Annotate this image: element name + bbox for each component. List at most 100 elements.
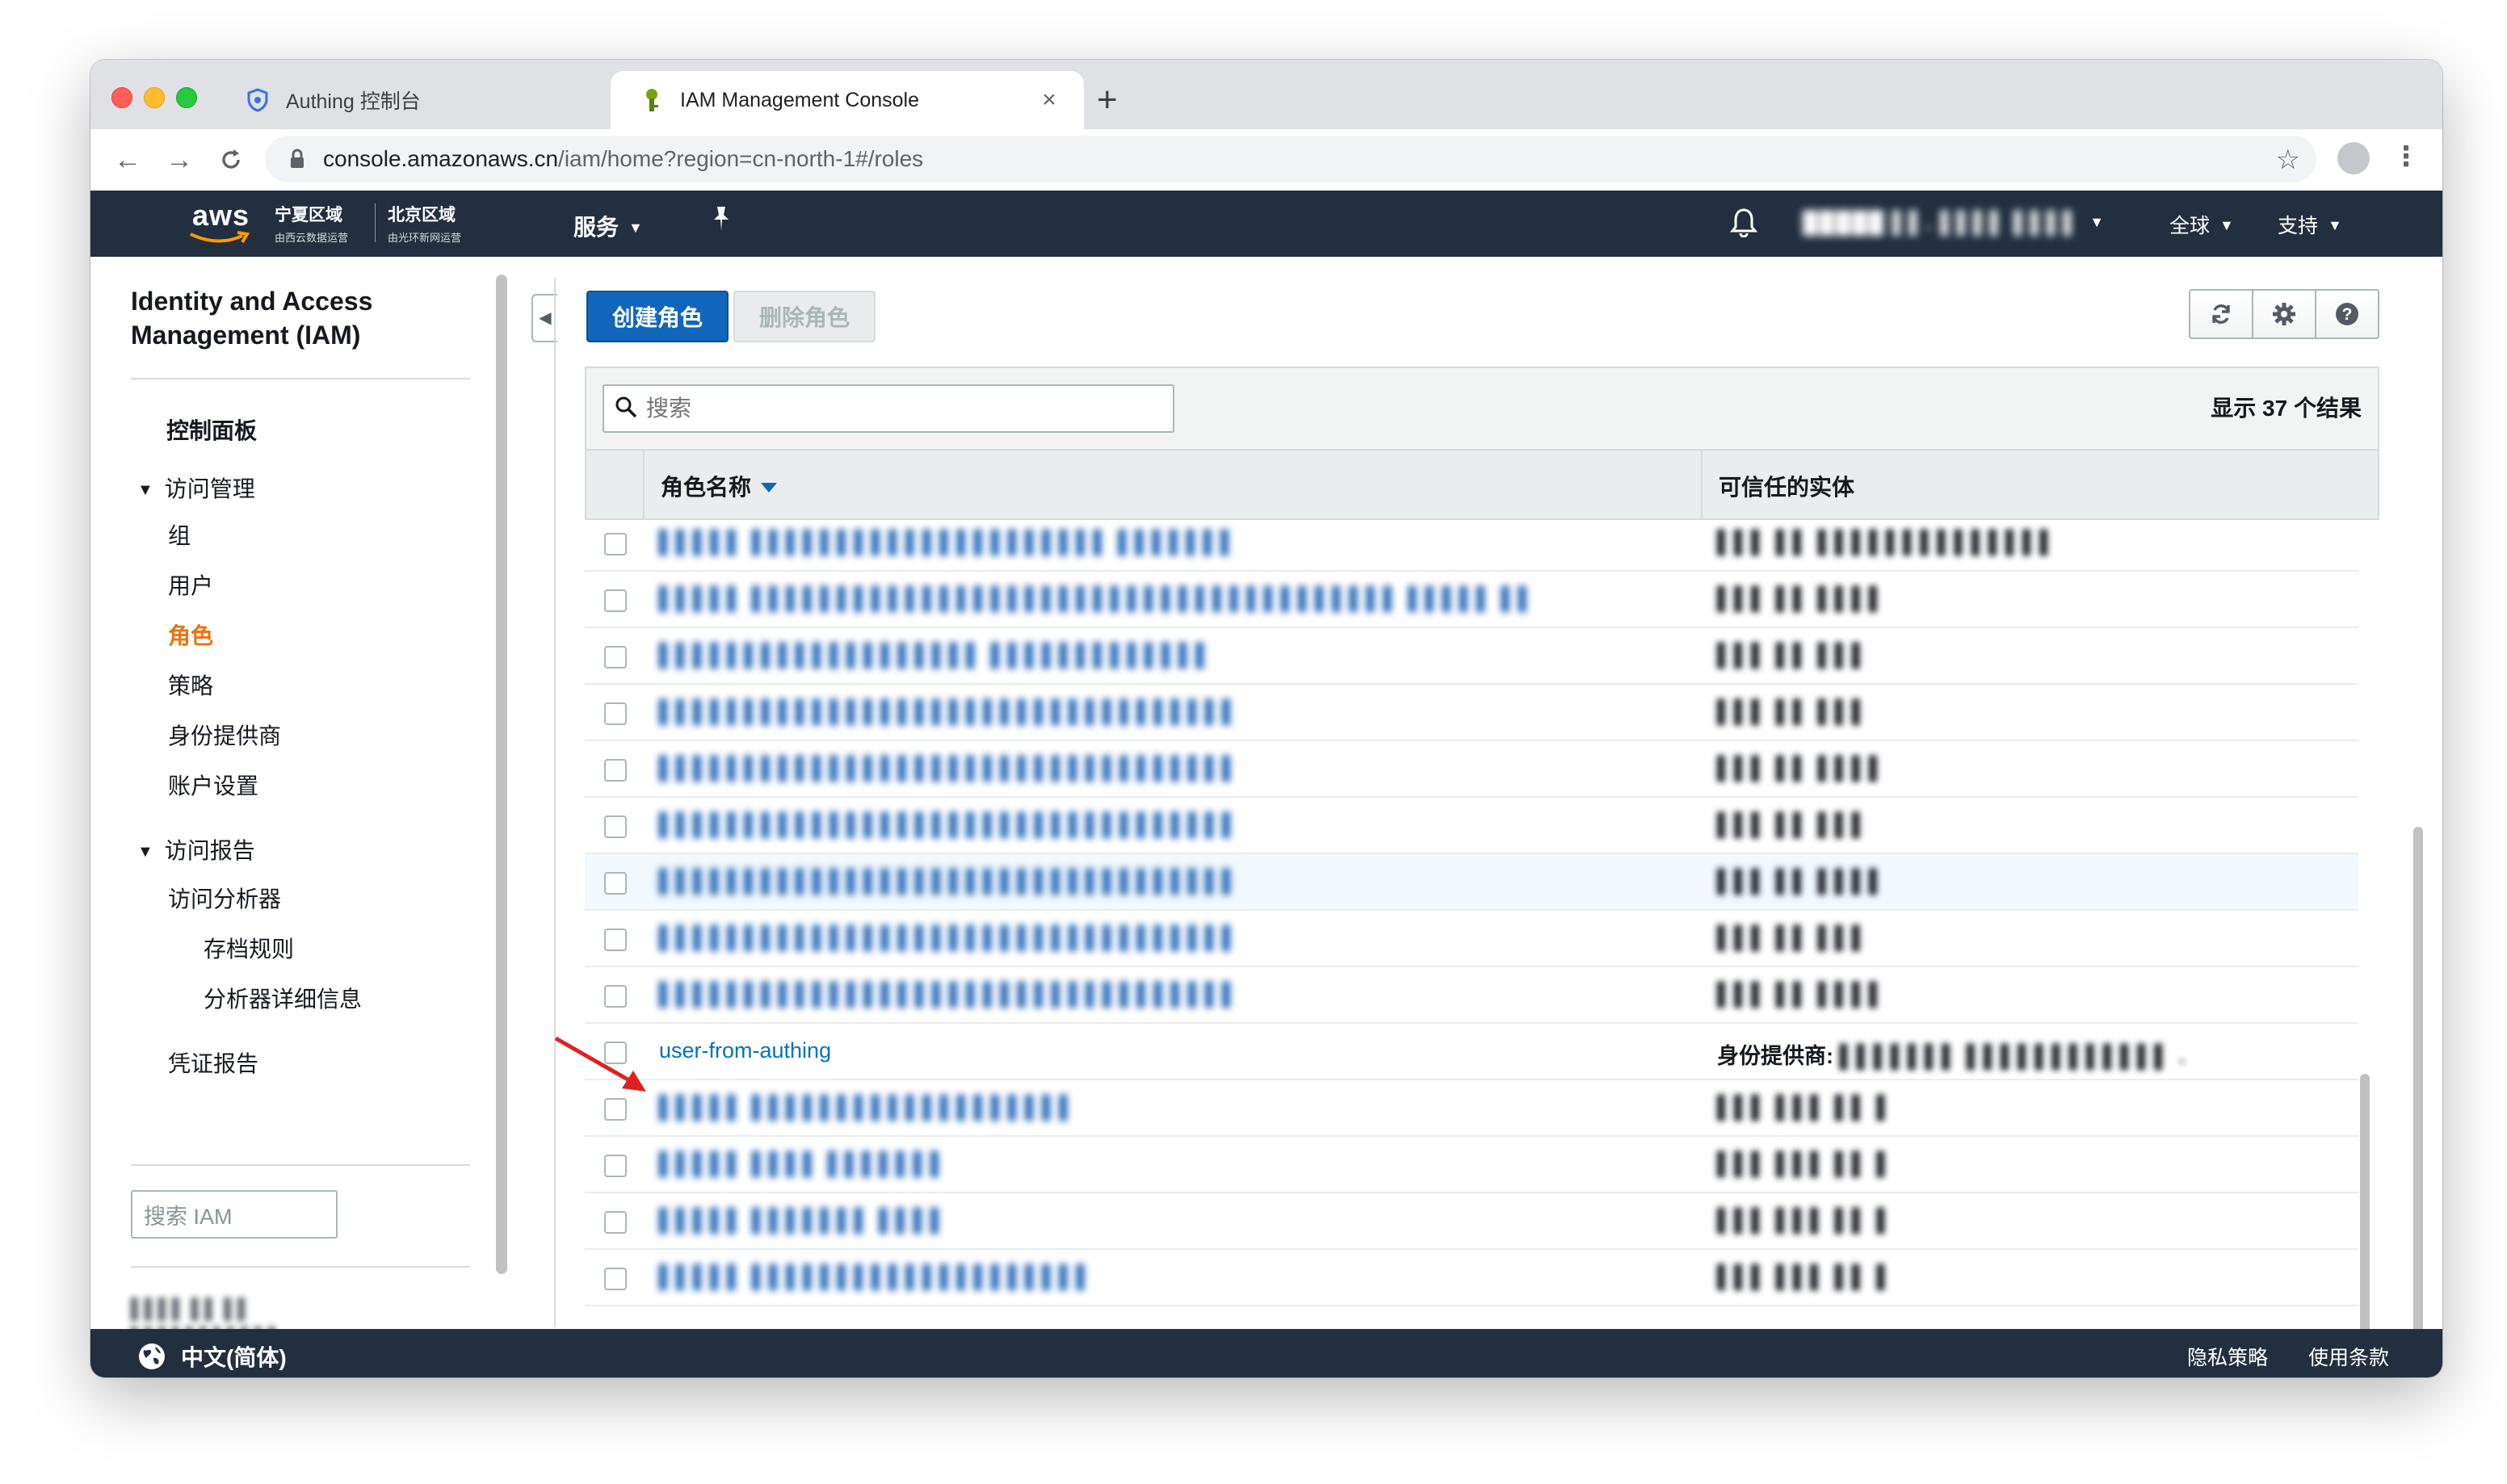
table-row[interactable]: ▌▌▌▌▌▌▌▌▌▌▌▌▌▌▌▌▌▌▌▌▌▌▌▌▌▌▌▌▌▌▌▌▌▌ ▌▌▌ ▌… bbox=[585, 741, 2358, 798]
column-header-role-name[interactable]: 角色名称 bbox=[661, 470, 778, 502]
role-link[interactable]: ▌▌▌▌▌ ▌▌▌▌▌▌▌▌▌▌▌▌▌▌▌▌▌▌▌ bbox=[659, 1095, 1077, 1120]
sidebar-item-credential-report[interactable]: 凭证报告 bbox=[168, 1046, 258, 1079]
table-row[interactable]: ▌▌▌▌▌▌▌▌▌▌▌▌▌▌▌▌▌▌▌▌▌▌▌▌▌▌▌▌▌▌▌▌▌▌ ▌▌▌ ▌… bbox=[585, 798, 2358, 854]
support-menu[interactable]: 支持 ▼ bbox=[2278, 210, 2342, 239]
sidebar-scrollbar[interactable] bbox=[496, 275, 507, 1274]
account-menu[interactable]: █████ ▌▌. ▌▌▌▌ ▌▌▌▌ ▼ bbox=[1803, 210, 2104, 235]
role-link[interactable]: ▌▌▌▌▌▌▌▌▌▌▌▌▌▌▌▌▌▌▌▌▌▌▌▌▌▌▌▌▌▌▌▌▌▌ bbox=[659, 869, 1239, 894]
trusted-entity: ▌▌▌ ▌▌ ▌▌▌▌ bbox=[1717, 586, 1887, 610]
help-icon[interactable]: ? bbox=[2316, 291, 2378, 337]
privacy-link[interactable]: 隐私策略 bbox=[2187, 1342, 2268, 1371]
sidebar-item-groups[interactable]: 组 bbox=[168, 518, 191, 551]
sidebar-section-access-management[interactable]: ▼ 访问管理 bbox=[137, 472, 255, 504]
gear-icon[interactable] bbox=[2253, 291, 2316, 337]
terms-link[interactable]: 使用条款 bbox=[2308, 1342, 2389, 1371]
row-checkbox[interactable] bbox=[604, 815, 627, 838]
role-link[interactable]: ▌▌▌▌▌ ▌▌▌▌▌▌▌▌▌▌▌▌▌▌▌▌▌▌▌▌ bbox=[659, 1264, 1094, 1289]
address-bar[interactable]: console.amazonaws.cn/iam/home?region=cn-… bbox=[265, 136, 2316, 182]
row-checkbox[interactable] bbox=[604, 1211, 627, 1234]
table-row[interactable]: ▌▌▌▌▌ ▌▌▌▌▌▌▌▌▌▌▌▌▌▌▌▌▌▌▌▌▌▌▌▌▌▌▌▌▌▌▌▌▌▌… bbox=[585, 572, 2358, 628]
region-beijing[interactable]: 北京区域 由光环新网运营 bbox=[388, 202, 461, 245]
row-checkbox[interactable] bbox=[604, 646, 627, 669]
table-row[interactable]: ▌▌▌▌▌ ▌▌▌▌▌▌▌▌▌▌▌▌▌▌▌▌▌▌▌▌ ▌▌▌ ▌▌▌ ▌▌ ▌ bbox=[585, 1250, 2358, 1306]
console-footer: 中文(简体) 隐私策略 使用条款 bbox=[90, 1329, 2442, 1377]
global-menu[interactable]: 全球 ▼ bbox=[2169, 210, 2234, 239]
services-menu[interactable]: 服务 ▼ bbox=[573, 210, 643, 242]
sidebar-search-input[interactable]: 搜索 IAM bbox=[131, 1190, 338, 1239]
sidebar-item-users[interactable]: 用户 bbox=[168, 568, 213, 601]
role-link[interactable]: ▌▌▌▌▌▌▌▌▌▌▌▌▌▌▌▌▌▌▌▌▌▌▌▌▌▌▌▌▌▌▌▌▌▌ bbox=[659, 699, 1239, 724]
minimize-window-button[interactable] bbox=[144, 87, 165, 108]
search-input[interactable] bbox=[645, 395, 1132, 422]
table-row[interactable]: ▌▌▌▌▌▌▌▌▌▌▌▌▌▌▌▌▌▌▌▌▌▌▌▌▌▌▌▌▌▌▌▌▌▌ ▌▌▌ ▌… bbox=[585, 967, 2358, 1024]
sidebar-item-analyzer-details[interactable]: 分析器详细信息 bbox=[204, 982, 362, 1014]
aws-logo[interactable]: aws bbox=[192, 199, 250, 233]
sidebar-item-archive-rules[interactable]: 存档规则 bbox=[204, 932, 294, 964]
bookmark-star-icon[interactable]: ☆ bbox=[2276, 144, 2300, 176]
role-link[interactable]: ▌▌▌▌▌ ▌▌▌▌ ▌▌▌▌▌▌▌ bbox=[659, 1151, 947, 1176]
role-link[interactable]: ▌▌▌▌▌▌▌▌▌▌▌▌▌▌▌▌▌▌▌ ▌▌▌▌▌▌▌▌▌▌▌▌▌ bbox=[659, 643, 1213, 668]
sidebar-section-access-reports[interactable]: ▼ 访问报告 bbox=[137, 833, 255, 866]
divider bbox=[131, 1266, 470, 1268]
row-checkbox[interactable] bbox=[604, 1098, 627, 1121]
sidebar-item-account-settings[interactable]: 账户设置 bbox=[168, 769, 258, 801]
back-icon[interactable]: ← bbox=[110, 142, 145, 178]
tab-title: Authing 控制台 bbox=[286, 90, 421, 113]
row-checkbox[interactable] bbox=[604, 759, 627, 782]
column-divider bbox=[1701, 451, 1703, 518]
table-row[interactable]: ▌▌▌▌▌▌▌▌▌▌▌▌▌▌▌▌▌▌▌▌▌▌▌▌▌▌▌▌▌▌▌▌▌▌ ▌▌▌ ▌… bbox=[585, 911, 2358, 967]
new-tab-icon[interactable]: + bbox=[1097, 81, 1118, 119]
table-row[interactable]: ▌▌▌▌▌ ▌▌▌▌▌▌▌▌▌▌▌▌▌▌▌▌▌▌▌ ▌▌▌ ▌▌▌ ▌▌ ▌ bbox=[585, 1080, 2358, 1137]
sidebar-item-dashboard[interactable]: 控制面板 bbox=[166, 413, 257, 446]
sidebar-item-identity-providers[interactable]: 身份提供商 bbox=[168, 719, 281, 751]
row-checkbox[interactable] bbox=[604, 1155, 627, 1177]
sidebar-item-roles[interactable]: 角色 bbox=[168, 618, 213, 651]
role-link[interactable]: ▌▌▌▌▌▌▌▌▌▌▌▌▌▌▌▌▌▌▌▌▌▌▌▌▌▌▌▌▌▌▌▌▌▌ bbox=[659, 925, 1239, 950]
row-checkbox[interactable] bbox=[604, 985, 627, 1008]
row-checkbox[interactable] bbox=[604, 702, 627, 725]
table-row[interactable]: ▌▌▌▌▌ ▌▌▌▌▌▌▌ ▌▌▌▌ ▌▌▌ ▌▌▌ ▌▌ ▌ bbox=[585, 1193, 2358, 1250]
profile-avatar[interactable] bbox=[2337, 142, 2370, 174]
table-row[interactable]: ▌▌▌▌▌▌▌▌▌▌▌▌▌▌▌▌▌▌▌ ▌▌▌▌▌▌▌▌▌▌▌▌▌ ▌▌▌ ▌▌… bbox=[585, 628, 2358, 685]
table-row[interactable]: ▌▌▌▌▌▌▌▌▌▌▌▌▌▌▌▌▌▌▌▌▌▌▌▌▌▌▌▌▌▌▌▌▌▌ ▌▌▌ ▌… bbox=[585, 854, 2358, 911]
role-link[interactable]: ▌▌▌▌▌▌▌▌▌▌▌▌▌▌▌▌▌▌▌▌▌▌▌▌▌▌▌▌▌▌▌▌▌▌ bbox=[659, 982, 1239, 1007]
role-link[interactable]: user-from-authing bbox=[659, 1038, 831, 1063]
refresh-icon[interactable] bbox=[2190, 291, 2253, 337]
role-link[interactable]: ▌▌▌▌▌ ▌▌▌▌▌▌▌▌▌▌▌▌▌▌▌▌▌▌▌▌▌▌▌▌▌▌▌▌▌▌▌▌▌▌… bbox=[659, 586, 1535, 611]
role-link[interactable]: ▌▌▌▌▌▌▌▌▌▌▌▌▌▌▌▌▌▌▌▌▌▌▌▌▌▌▌▌▌▌▌▌▌▌ bbox=[659, 756, 1239, 781]
bell-icon[interactable] bbox=[1729, 207, 1758, 243]
create-role-button[interactable]: 创建角色 bbox=[586, 291, 729, 342]
reload-icon[interactable] bbox=[213, 142, 249, 178]
region-ningxia[interactable]: 宁夏区域 由西云数据运营 bbox=[275, 202, 348, 245]
sidebar-item-access-analyzer[interactable]: 访问分析器 bbox=[168, 882, 281, 914]
table-row-user-from-authing[interactable]: user-from-authing 身份提供商: ▌▌▌▌▌▌▌ ▌▌▌▌▌▌▌… bbox=[585, 1024, 2358, 1080]
role-search-field[interactable] bbox=[603, 384, 1174, 433]
forward-icon[interactable]: → bbox=[162, 142, 197, 178]
trusted-entity: 身份提供商: ▌▌▌▌▌▌▌ ▌▌▌▌▌▌▌▌▌▌▌▌ . bbox=[1717, 1044, 2187, 1068]
row-checkbox[interactable] bbox=[604, 589, 627, 612]
pin-icon[interactable] bbox=[709, 205, 733, 238]
column-header-trusted-entities[interactable]: 可信任的实体 bbox=[1719, 470, 1854, 502]
tab-iam-console[interactable]: IAM Management Console × bbox=[611, 71, 1084, 129]
browser-toolbar: ← → console.amazonaws.cn/iam/home?region… bbox=[90, 129, 2442, 191]
page-scrollbar[interactable] bbox=[2413, 827, 2423, 1368]
browser-menu-icon[interactable]: ⋮ bbox=[2392, 140, 2420, 173]
close-tab-icon[interactable]: × bbox=[1035, 86, 1063, 114]
row-checkbox[interactable] bbox=[604, 872, 627, 895]
row-checkbox[interactable] bbox=[604, 1268, 627, 1290]
table-row[interactable]: ▌▌▌▌▌ ▌▌▌▌ ▌▌▌▌▌▌▌ ▌▌▌ ▌▌▌ ▌▌ ▌ bbox=[585, 1137, 2358, 1193]
sidebar-item-policies[interactable]: 策略 bbox=[168, 669, 213, 701]
role-link[interactable]: ▌▌▌▌▌ ▌▌▌▌▌▌▌▌▌▌▌▌▌▌▌▌▌▌▌▌▌ ▌▌▌▌▌▌▌ bbox=[659, 530, 1237, 555]
role-link[interactable]: ▌▌▌▌▌▌▌▌▌▌▌▌▌▌▌▌▌▌▌▌▌▌▌▌▌▌▌▌▌▌▌▌▌▌ bbox=[659, 812, 1239, 837]
close-window-button[interactable] bbox=[111, 87, 132, 108]
role-link[interactable]: ▌▌▌▌▌ ▌▌▌▌▌▌▌ ▌▌▌▌ bbox=[659, 1208, 947, 1233]
row-checkbox[interactable] bbox=[604, 533, 627, 555]
table-row[interactable]: ▌▌▌▌▌▌▌▌▌▌▌▌▌▌▌▌▌▌▌▌▌▌▌▌▌▌▌▌▌▌▌▌▌▌ ▌▌▌ ▌… bbox=[585, 685, 2358, 741]
trusted-entity: ▌▌▌ ▌▌▌ ▌▌ ▌ bbox=[1717, 1095, 1894, 1119]
aws-smile-icon bbox=[190, 231, 250, 244]
zoom-window-button[interactable] bbox=[176, 87, 197, 108]
row-checkbox[interactable] bbox=[604, 929, 627, 951]
table-scrollbar[interactable] bbox=[2360, 1074, 2370, 1361]
language-selector[interactable]: 中文(简体) bbox=[139, 1340, 287, 1373]
table-row[interactable]: ▌▌▌▌▌ ▌▌▌▌▌▌▌▌▌▌▌▌▌▌▌▌▌▌▌▌▌ ▌▌▌▌▌▌▌ ▌▌▌ … bbox=[585, 520, 2358, 572]
